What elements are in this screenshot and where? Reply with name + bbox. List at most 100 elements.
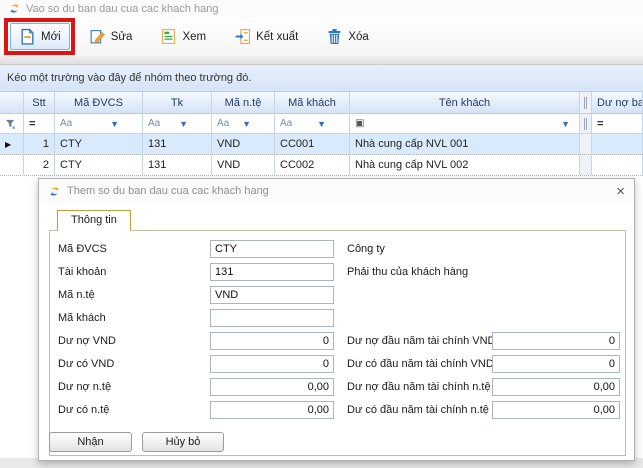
chevron-down-icon[interactable]: ▼ [242,119,251,129]
column-header-ten-khach[interactable]: Tên khách [350,92,580,113]
filter-du-no[interactable]: = [592,114,643,133]
field-label: Dư có n.tệ [58,404,109,416]
table-row[interactable]: 2 CTY 131 VND CC002 Nhà cung cấp NVL 002 [0,155,643,176]
form-row-ma-khach: Mã khách [50,309,625,329]
filter-stt[interactable]: = [24,114,55,133]
cell-du-no[interactable] [592,134,643,154]
current-row-marker: ▶ [0,134,24,154]
field-description: Công ty [347,243,385,255]
cell-ten-khach[interactable]: Nhà cung cấp NVL 002 [350,155,580,175]
du-co-vnd-input[interactable] [210,355,334,373]
field-label: Dư có đầu năm tài chính n.tệ [347,404,489,416]
close-icon[interactable]: × [616,184,625,199]
new-button[interactable]: Mới [10,23,70,50]
tai-khoan-input[interactable] [210,263,334,281]
filter-ma-dvcs[interactable]: Aa ▼ [55,114,143,133]
chevron-down-icon[interactable]: ▼ [179,119,188,129]
window-title: Vao so du ban dau cua cac khach hang [26,3,218,15]
cell-ten-khach[interactable]: Nhà cung cấp NVL 001 [350,134,580,154]
toolbar-shadow [0,56,643,65]
grid-header-row: Stt Mã ĐVCS Tk Mã n.tệ Mã khách Tên khác… [0,92,643,114]
column-splitter[interactable] [580,92,592,113]
field-label: Dư nợ đầu năm tài chính n.tệ [347,381,491,393]
form-row-tai-khoan: Tài khoản Phải thu của khách hàng [50,263,625,283]
splitter-grip-icon [584,118,587,130]
du-no-dau-nam-vnd-input[interactable] [492,332,620,350]
accept-button[interactable]: Nhận [49,432,132,452]
box-filter-icon: ▣ [355,118,364,129]
chevron-down-icon[interactable]: ▼ [317,119,326,129]
cell-ma-khach[interactable]: CC001 [275,134,350,154]
column-header-tk[interactable]: Tk [143,92,212,113]
field-label: Mã khách [58,312,106,324]
edit-button[interactable]: Sửa [80,23,142,50]
cell-ma-nte[interactable]: VND [212,134,275,154]
group-by-panel[interactable]: Kéo một trường vào đây để nhóm theo trườ… [0,65,643,92]
dialog-logo-icon [48,185,61,198]
cell-tk[interactable]: 131 [143,134,212,154]
export-button-label: Kết xuất [256,31,298,43]
field-label: Mã ĐVCS [58,243,107,255]
column-header-ma-dvcs[interactable]: Mã ĐVCS [55,92,143,113]
delete-button[interactable]: Xóa [317,23,377,50]
cell-du-no[interactable] [592,155,643,175]
export-button[interactable]: Kết xuất [225,23,307,50]
cell-ma-dvcs[interactable]: CTY [55,134,143,154]
view-list-icon [160,28,177,45]
dialog-titlebar[interactable]: Them so du ban dau cua cac khach hang × [39,179,634,203]
cell-ma-khach[interactable]: CC002 [275,155,350,175]
column-header-ma-nte[interactable]: Mã n.tệ [212,92,275,113]
field-label: Dư nợ n.tệ [58,381,111,393]
column-header-du-no-ban-dau[interactable]: Dư nợ ba [592,92,643,113]
filter-ma-khach[interactable]: Aa▼ [275,114,350,133]
new-document-icon [19,28,36,45]
du-no-dau-nam-nte-input[interactable] [492,378,620,396]
form-row-ma-nte: Mã n.tệ [50,286,625,306]
grid-filter-row: = Aa▼ Aa▼ Aa▼ Aa▼ ▣▼ = [0,114,643,134]
filter-ten-khach[interactable]: ▣▼ [350,114,580,133]
field-label: Dư nợ VND [58,335,116,347]
column-splitter [580,155,592,175]
column-header-stt[interactable]: Stt [24,92,55,113]
row-indicator-header [0,92,24,113]
field-label: Dư có VND [58,358,114,370]
group-by-hint: Kéo một trường vào đây để nhóm theo trườ… [7,72,251,84]
du-co-nte-input[interactable] [210,401,334,419]
cell-stt[interactable]: 1 [24,134,55,154]
du-no-nte-input[interactable] [210,378,334,396]
view-button-label: Xem [182,31,206,43]
form-row-du-co-vnd: Dư có VND Dư có đầu năm tài chính VND [50,355,625,375]
filter-ma-nte[interactable]: Aa ▼ [212,114,275,133]
du-co-dau-nam-vnd-input[interactable] [492,355,620,373]
filter-funnel-cell[interactable] [0,114,24,133]
column-splitter[interactable] [580,114,592,133]
table-row[interactable]: ▶ 1 CTY 131 VND CC001 Nhà cung cấp NVL 0… [0,134,643,155]
ma-nte-input[interactable] [210,286,334,304]
field-label: Dư nợ đầu năm tài chính VND [347,335,495,347]
toolbar: Mới Sửa Xem Kết xuất Xóa [0,17,643,56]
cell-ma-nte[interactable]: VND [212,155,275,175]
text-filter-icon: Aa [60,118,72,129]
view-button[interactable]: Xem [151,23,215,50]
du-co-dau-nam-nte-input[interactable] [492,401,620,419]
chevron-down-icon[interactable]: ▼ [561,119,570,129]
cell-ma-dvcs[interactable]: CTY [55,155,143,175]
cell-tk[interactable]: 131 [143,155,212,175]
form-row-du-no-vnd: Dư nợ VND Dư nợ đầu năm tài chính VND [50,332,625,352]
cell-stt[interactable]: 2 [24,155,55,175]
splitter-grip-icon [584,97,587,109]
chevron-down-icon[interactable]: ▼ [110,119,119,129]
field-label: Dư có đầu năm tài chính VND [347,358,494,370]
edit-pencil-icon [89,28,106,45]
row-arrow-icon: ▶ [5,140,11,149]
column-header-ma-khach[interactable]: Mã khách [275,92,350,113]
tab-thong-tin[interactable]: Thông tin [57,210,131,231]
filter-tk[interactable]: Aa▼ [143,114,212,133]
du-no-vnd-input[interactable] [210,332,334,350]
cancel-button[interactable]: Hủy bỏ [142,432,224,452]
text-filter-icon: Aa [217,118,229,129]
ma-khach-input[interactable] [210,309,334,327]
export-arrow-icon [234,28,251,45]
trash-icon [326,28,343,45]
ma-dvcs-input[interactable] [210,240,334,258]
